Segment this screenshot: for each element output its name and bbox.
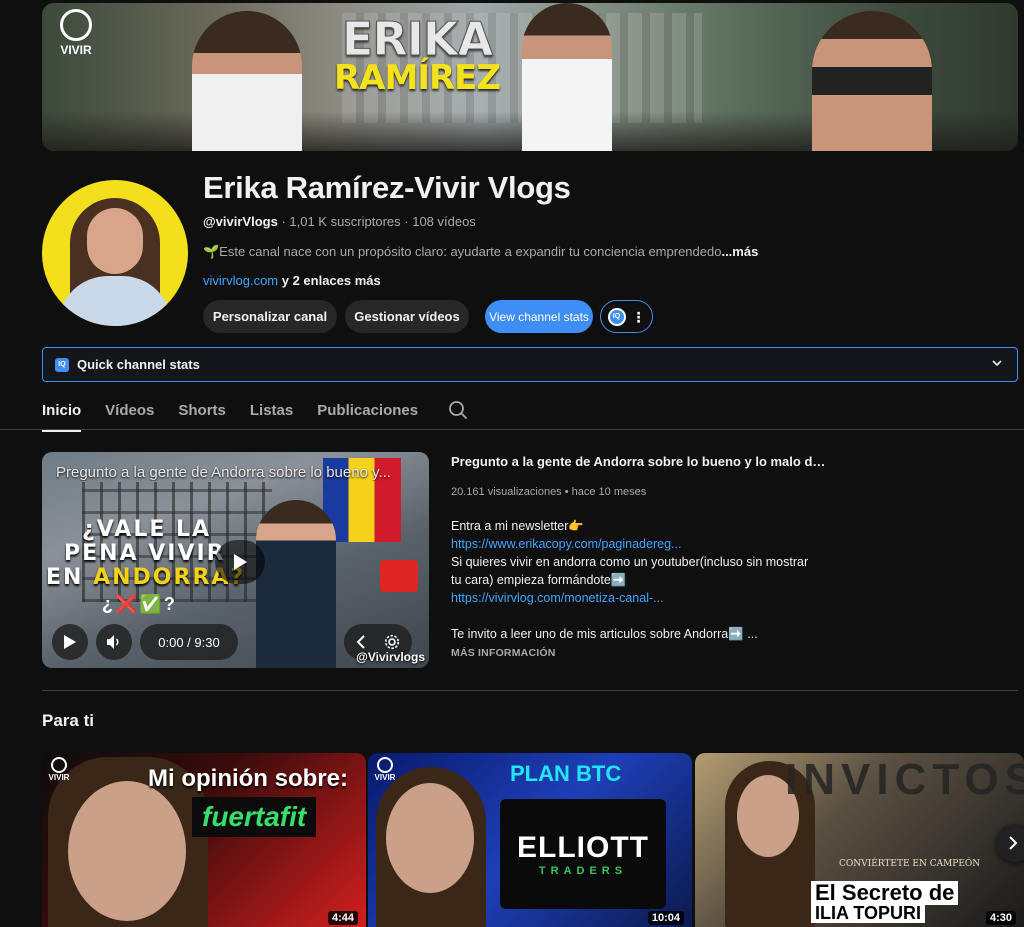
- channel-handle: @vivirVlogs: [203, 214, 278, 229]
- channel-stats: · 1,01 K suscriptores · 108 vídeos: [277, 214, 476, 229]
- banner-person-right: [812, 11, 932, 151]
- player-overlay-title: Pregunto a la gente de Andorra sobre lo …: [56, 464, 391, 481]
- quick-channel-stats-label: Quick channel stats: [77, 357, 200, 372]
- thumbnail-woman: [256, 500, 336, 668]
- vidiq-small-icon: IQ: [55, 357, 69, 372]
- description-more-link[interactable]: ...más: [721, 244, 758, 259]
- cross-mark-icon: ❌: [115, 594, 140, 614]
- tab-shorts[interactable]: Shorts: [178, 392, 226, 428]
- thumb-card-title: ELLIOTT: [517, 831, 649, 864]
- banner-logo: VIVIR: [56, 9, 96, 65]
- shelf-video-thumbnail[interactable]: INVICTOS CONVIÉRTETE EN CAMPEÓN El Secre…: [695, 753, 1024, 927]
- check-mark-icon: ✅: [139, 594, 164, 614]
- time-display: 0:00 / 9:30: [140, 624, 238, 660]
- thumb-card: ELLIOTT TRADERS: [500, 799, 666, 909]
- desc-line-youtuber: Si quieres vivir en andorra como un yout…: [451, 555, 809, 569]
- tab-publicaciones[interactable]: Publicaciones: [317, 392, 418, 428]
- headline-en: EN: [46, 565, 94, 590]
- thumbnail-headline-line3: EN ANDORRA?: [46, 566, 245, 590]
- avatar-face: [87, 208, 143, 274]
- featured-video-description: Entra a mi newsletter👉 https://www.erika…: [451, 517, 831, 643]
- thumbnail-headline-line1: ¿VALE LA: [82, 517, 212, 542]
- vivir-logo-icon: VIVIR: [374, 757, 396, 787]
- desc-link-monetiza[interactable]: https://vivirvlog.com/monetiza-canal-...: [451, 589, 831, 607]
- customize-channel-button[interactable]: Personalizar canal: [203, 300, 337, 333]
- channel-description[interactable]: 🌱Este canal nace con un propósito claro:…: [203, 244, 763, 260]
- thumb-headline: PLAN BTC: [510, 761, 622, 786]
- manage-videos-button[interactable]: Gestionar vídeos: [345, 300, 469, 333]
- search-icon[interactable]: [448, 400, 468, 420]
- section-title-para-ti: Para ti: [42, 711, 94, 730]
- tab-listas[interactable]: Listas: [250, 392, 293, 428]
- player-watermark: @Vivirvlogs: [356, 650, 425, 664]
- volume-button[interactable]: [96, 624, 132, 660]
- mark-open-question: ¿: [102, 594, 115, 614]
- play-small-icon: [64, 635, 76, 649]
- channel-avatar[interactable]: [42, 180, 188, 326]
- thumbnail-marks: ¿❌✅?: [102, 594, 177, 615]
- desc-spacer: [451, 607, 831, 625]
- video-duration: 10:04: [647, 911, 684, 925]
- desc-link-newsletter[interactable]: https://www.erikacopy.com/paginadereg...: [451, 535, 831, 553]
- banner-title: ERIKA RAMÍREZ: [334, 12, 501, 98]
- channel-more-links[interactable]: y 2 enlaces más: [278, 273, 381, 288]
- video-duration: 4:44: [327, 911, 358, 925]
- quick-channel-stats-bar[interactable]: IQ Quick channel stats: [42, 347, 1018, 382]
- channel-tabs: Inicio Vídeos Shorts Listas Publicacione…: [42, 390, 468, 432]
- thumb-card-subtitle: TRADERS: [538, 865, 628, 877]
- subscribe-badge: [380, 560, 418, 592]
- shelf-video-thumbnail[interactable]: VIVIR PLAN BTC ELLIOTT TRADERS 10:04: [368, 753, 692, 927]
- more-vert-icon: ⋮: [631, 308, 646, 325]
- channel-links: vivirvlog.com y 2 enlaces más: [203, 273, 381, 288]
- banner-title-line1: ERIKA: [341, 12, 493, 66]
- thumb-headline: Mi opinión sobre:: [148, 765, 348, 792]
- banner-person-left: [192, 11, 302, 151]
- view-channel-stats-button[interactable]: View channel stats: [485, 300, 593, 333]
- featured-video-meta: 20.161 visualizaciones • hace 10 meses: [451, 486, 647, 498]
- center-play-button[interactable]: [215, 540, 265, 584]
- tabs-divider: [0, 429, 1024, 430]
- mark-close-question: ?: [163, 594, 177, 614]
- thumb-brand: fuertafit: [192, 797, 317, 837]
- banner-title-line2: RAMÍREZ: [334, 58, 501, 98]
- channel-meta: @vivirVlogs · 1,01 K suscriptores · 108 …: [203, 214, 476, 229]
- featured-video-title[interactable]: Pregunto a la gente de Andorra sobre lo …: [451, 454, 831, 469]
- vidiq-icon: IQ: [607, 307, 626, 326]
- banner-logo-text: VIVIR: [60, 43, 92, 57]
- tab-inicio[interactable]: Inicio: [42, 392, 82, 432]
- chevron-right-icon: [1009, 836, 1018, 850]
- play-icon: [234, 554, 247, 570]
- banner-person-center: [522, 3, 612, 151]
- play-button[interactable]: [52, 624, 88, 660]
- thumb-face: [386, 783, 474, 893]
- thumb-caption-line2: ILIA TOPURI: [811, 903, 926, 923]
- channel-banner: VIVIR ERIKA RAMÍREZ: [42, 3, 1018, 151]
- shelf-video-thumbnail[interactable]: VIVIR Mi opinión sobre: fuertafit 4:44: [42, 753, 366, 927]
- section-divider: [42, 690, 1018, 691]
- more-info-link[interactable]: MÁS INFORMACIÓN: [451, 647, 556, 659]
- chevron-left-icon[interactable]: [356, 635, 366, 649]
- thumb-caption-line1: El Secreto de: [811, 881, 959, 905]
- vivir-logo-icon: [60, 9, 92, 41]
- chevron-down-icon[interactable]: [991, 357, 1003, 369]
- channel-name: Erika Ramírez-Vivir Vlogs: [203, 170, 571, 205]
- channel-website-link[interactable]: vivirvlog.com: [203, 273, 278, 288]
- desc-line-articulos: Te invito a leer uno de mis articulos so…: [451, 627, 758, 641]
- thumb-subtitle: CONVIÉRTETE EN CAMPEÓN: [839, 859, 981, 869]
- thumb-face: [68, 781, 186, 921]
- video-duration: 4:30: [985, 911, 1016, 925]
- settings-gear-icon[interactable]: [384, 634, 400, 650]
- desc-line-newsletter: Entra a mi newsletter👉: [451, 519, 584, 533]
- volume-icon: [107, 635, 119, 649]
- thumb-headline: INVICTOS: [785, 755, 1024, 804]
- vidiq-menu-button[interactable]: IQ ⋮: [600, 300, 653, 333]
- vivir-logo-icon: VIVIR: [48, 757, 70, 787]
- channel-description-text: 🌱Este canal nace con un propósito claro:…: [203, 244, 722, 259]
- featured-video-player[interactable]: Pregunto a la gente de Andorra sobre lo …: [42, 452, 429, 668]
- desc-line-formandote: tu cara) empieza formándote➡️: [451, 573, 627, 587]
- tab-videos[interactable]: Vídeos: [105, 392, 154, 428]
